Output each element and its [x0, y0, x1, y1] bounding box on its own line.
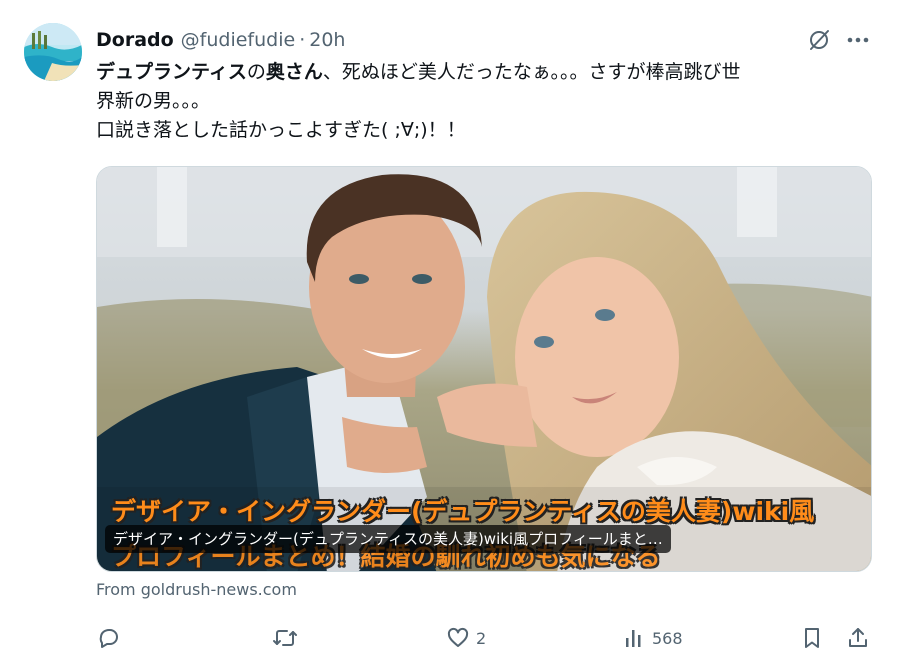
reply-button[interactable]: [97, 624, 121, 652]
separator-dot: ·: [299, 29, 306, 51]
bookmark-button[interactable]: [801, 624, 823, 652]
timestamp[interactable]: 20h: [309, 29, 345, 51]
views-button[interactable]: 568: [624, 624, 683, 652]
tweet-text-line-1: デュプランティスの奥さん、死ぬほど美人だったなぁ。。。さすが棒高跳び世: [96, 58, 866, 87]
share-button[interactable]: [847, 624, 869, 652]
views-icon: [624, 626, 646, 650]
user-handle[interactable]: @fudiefudie: [181, 29, 296, 51]
retweet-icon: [272, 626, 298, 650]
avatar[interactable]: [24, 23, 82, 81]
reply-icon: [97, 626, 121, 650]
tweet-text-rest: 、死ぬほど美人だったなぁ。。。さすが棒高跳び世: [322, 61, 741, 83]
tweet-text-bold-wife: 奥さん: [265, 61, 323, 83]
like-button[interactable]: 2: [446, 624, 486, 652]
card-overlay-headline-1: デザイア・イングランダー(デュプランティスの美人妻)wiki風: [111, 497, 815, 526]
tweet-header: Dorado @fudiefudie · 20h: [96, 27, 345, 53]
link-card[interactable]: デザイア・イングランダー(デュプランティスの美人妻)wiki風 プロフィールまと…: [96, 166, 872, 572]
tweet-text: デュプランティスの奥さん、死ぬほど美人だったなぁ。。。さすが棒高跳び世 界新の男…: [96, 58, 866, 145]
share-icon: [847, 626, 869, 650]
views-count: 568: [652, 628, 683, 648]
grok-icon[interactable]: [806, 27, 832, 53]
heart-icon: [446, 626, 470, 650]
card-title: デザイア・イングランダー(デュプランティスの美人妻)wiki風プロフィールまと…: [105, 525, 671, 553]
display-name[interactable]: Dorado: [96, 29, 174, 51]
tweet-text-particle: の: [246, 61, 266, 83]
retweet-button[interactable]: [272, 624, 298, 652]
tweet-text-line-2: 界新の男。。。: [96, 90, 211, 112]
more-options-icon[interactable]: [842, 27, 874, 53]
card-source[interactable]: From goldrush-news.com: [96, 580, 297, 599]
tweet-text-line-3: 口説き落とした話かっこよすぎた( ;∀;)！！: [96, 119, 466, 141]
tweet-text-bold-name: デュプランティス: [96, 61, 247, 83]
bookmark-icon: [801, 626, 823, 650]
like-count: 2: [476, 628, 487, 648]
